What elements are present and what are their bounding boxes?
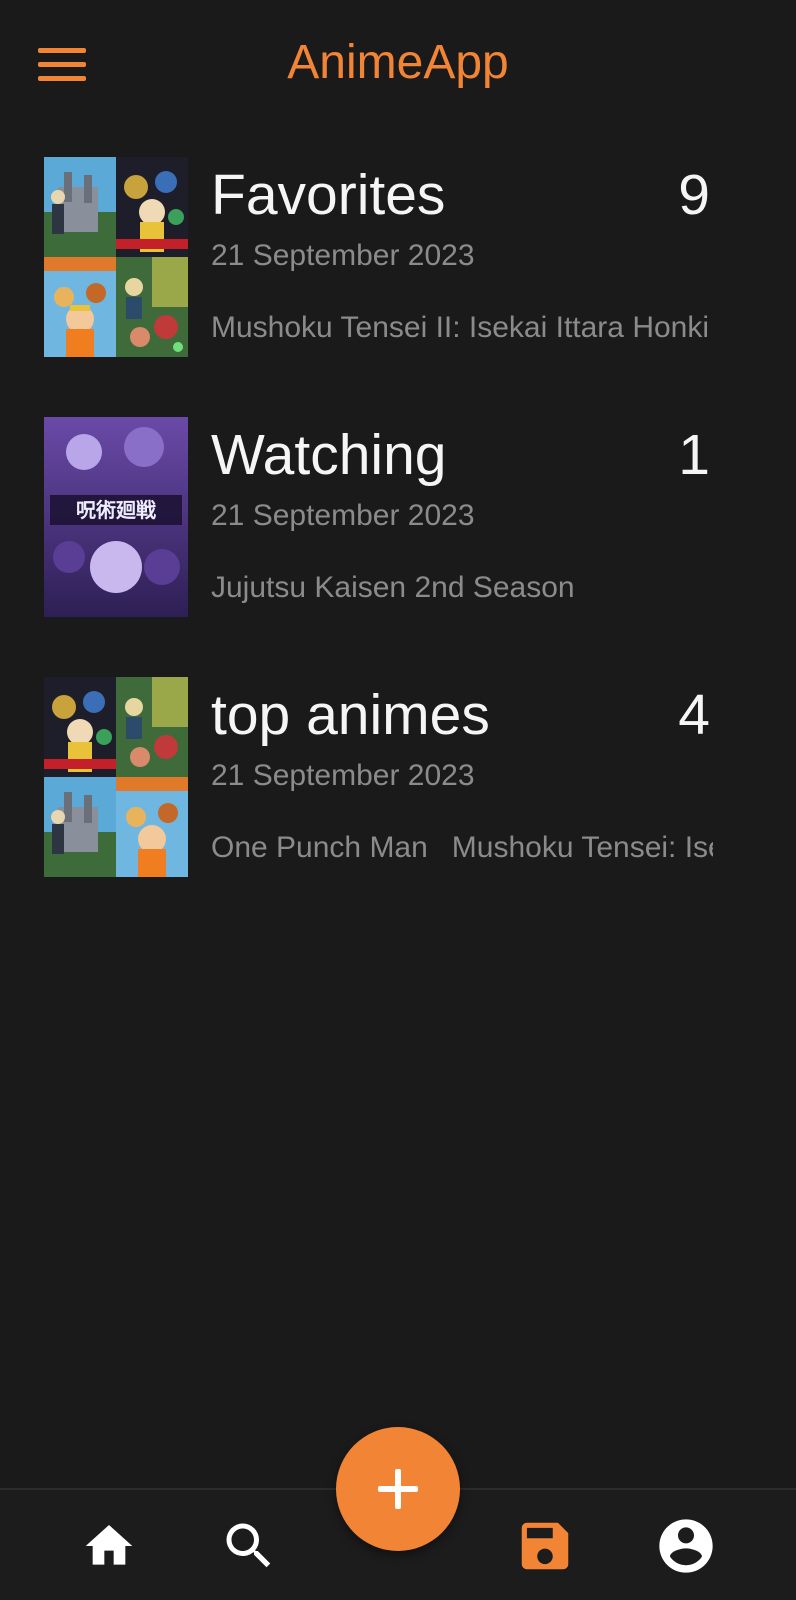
save-icon: [521, 1522, 569, 1570]
cover-tile: [116, 257, 188, 357]
list-preview: Mushoku Tensei II: Isekai Ittara Honki D…: [211, 310, 713, 348]
account-icon: [659, 1519, 713, 1573]
list-preview: One Punch Man Mushoku Tensei: Isekai Itta…: [211, 830, 713, 868]
list-count: 9: [678, 163, 710, 227]
cover-tile: 呪術廻戦: [44, 417, 188, 617]
cover-tile: [44, 777, 116, 877]
list-item-top-animes[interactable]: top animes 4 21 September 2023 One Punch…: [0, 670, 796, 880]
list-item-favorites[interactable]: Favorites 9 21 September 2023 Mushoku Te…: [0, 150, 796, 360]
nav-home-button[interactable]: [69, 1506, 149, 1586]
cover-tile: [44, 157, 116, 257]
cover-tile: [116, 677, 188, 777]
cover-tile: [44, 257, 116, 357]
list-title: Watching: [211, 423, 447, 487]
preview-anime: Jujutsu Kaisen 2nd Season: [211, 571, 575, 604]
list-date: 21 September 2023: [211, 239, 475, 272]
preview-anime: Mushoku Tensei II: Isekai Ittara Honki D…: [211, 311, 713, 344]
preview-anime: Mushoku Tensei: Isekai Ittara Honki Dasu: [451, 831, 713, 864]
nav-saved-button[interactable]: [505, 1506, 585, 1586]
list-title: Favorites: [211, 163, 446, 227]
list-date: 21 September 2023: [211, 499, 475, 532]
svg-text:呪術廻戦: 呪術廻戦: [76, 498, 156, 522]
list-cover: [44, 157, 188, 357]
plus-icon: [378, 1469, 418, 1509]
nav-account-button[interactable]: [646, 1506, 726, 1586]
list-count: 1: [678, 423, 710, 487]
home-icon: [85, 1525, 133, 1565]
search-icon: [226, 1523, 271, 1568]
list-count: 4: [678, 683, 710, 747]
add-list-fab[interactable]: [336, 1427, 460, 1551]
list-cover: [44, 677, 188, 877]
app-bar: AnimeApp: [0, 0, 796, 130]
list-title: top animes: [211, 683, 490, 747]
cover-tile: [44, 677, 116, 777]
nav-search-button[interactable]: [209, 1506, 289, 1586]
app-title: AnimeApp: [287, 36, 509, 89]
cover-tile: [116, 157, 188, 257]
cover-tile: [116, 777, 188, 877]
list-date: 21 September 2023: [211, 759, 475, 792]
list-cover: 呪術廻戦: [44, 417, 188, 617]
preview-anime: One Punch Man: [211, 831, 428, 864]
list-preview: Jujutsu Kaisen 2nd Season: [211, 570, 713, 608]
list-item-watching[interactable]: 呪術廻戦 Watching 1 21 September 2023 Jujuts…: [0, 410, 796, 620]
